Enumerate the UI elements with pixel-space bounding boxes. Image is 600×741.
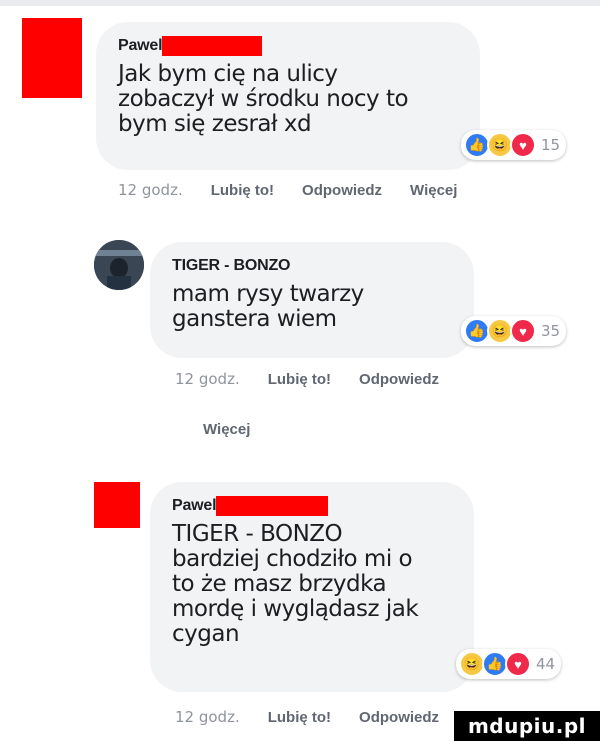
- comment-author[interactable]: Pawel: [172, 496, 452, 516]
- reactions-badge[interactable]: 😆 👍 ♥ 44: [456, 649, 562, 679]
- avatar-photo-icon: [94, 240, 144, 290]
- author-name[interactable]: Pawel: [118, 36, 163, 56]
- name-redaction: [162, 36, 263, 56]
- comment-bubble[interactable]: Pawel Jak bym cię na ulicy zobaczył w śr…: [96, 22, 480, 170]
- love-reaction-icon: ♥: [510, 132, 536, 158]
- name-redaction: [216, 496, 329, 516]
- top-divider: [0, 0, 600, 6]
- comment-author[interactable]: Pawel: [118, 36, 458, 56]
- avatar-redacted[interactable]: [94, 482, 140, 528]
- timestamp[interactable]: 12 godz.: [175, 708, 240, 726]
- avatar-redacted[interactable]: [22, 18, 82, 98]
- love-reaction-icon: ♥: [505, 651, 531, 677]
- avatar[interactable]: [94, 240, 144, 290]
- like-link[interactable]: Lubię to!: [268, 371, 331, 388]
- watermark-logo: mdupiu.pl: [454, 711, 600, 741]
- reactions-badge[interactable]: 👍 😆 ♥ 35: [461, 316, 567, 346]
- reply-link[interactable]: Odpowiedz: [359, 709, 439, 726]
- comment-text: TIGER - BONZO bardziej chodziło mi o to …: [172, 521, 419, 647]
- author-name[interactable]: TIGER - BONZO: [172, 256, 290, 276]
- comment-text: mam rysy twarzy ganstera wiem: [172, 281, 364, 332]
- reaction-count: 35: [541, 322, 561, 340]
- like-link[interactable]: Lubię to!: [268, 709, 331, 726]
- reaction-count: 15: [541, 136, 561, 154]
- more-link[interactable]: Więcej: [410, 182, 457, 199]
- comment-text: Jak bym cię na ulicy zobaczył w środku n…: [118, 61, 409, 137]
- comment-actions: 12 godz. Lubię to! Odpowiedz Więcej: [118, 181, 485, 199]
- reactions-badge[interactable]: 👍 😆 ♥ 15: [461, 130, 567, 160]
- reaction-count: 44: [536, 655, 556, 673]
- comment-bubble[interactable]: TIGER - BONZO mam rysy twarzy ganstera w…: [150, 242, 474, 358]
- comment-actions: 12 godz. Lubię to! Odpowiedz: [175, 708, 467, 726]
- more-link[interactable]: Więcej: [203, 421, 250, 438]
- comment-actions: 12 godz. Lubię to! Odpowiedz: [175, 370, 467, 388]
- love-reaction-icon: ♥: [510, 318, 536, 344]
- author-name[interactable]: Pawel: [172, 496, 217, 516]
- comment-author[interactable]: TIGER - BONZO: [172, 256, 452, 276]
- reply-link[interactable]: Odpowiedz: [302, 182, 382, 199]
- timestamp[interactable]: 12 godz.: [118, 181, 183, 199]
- like-link[interactable]: Lubię to!: [211, 182, 274, 199]
- reply-link[interactable]: Odpowiedz: [359, 371, 439, 388]
- comment-bubble[interactable]: Pawel TIGER - BONZO bardziej chodziło mi…: [150, 482, 474, 692]
- timestamp[interactable]: 12 godz.: [175, 370, 240, 388]
